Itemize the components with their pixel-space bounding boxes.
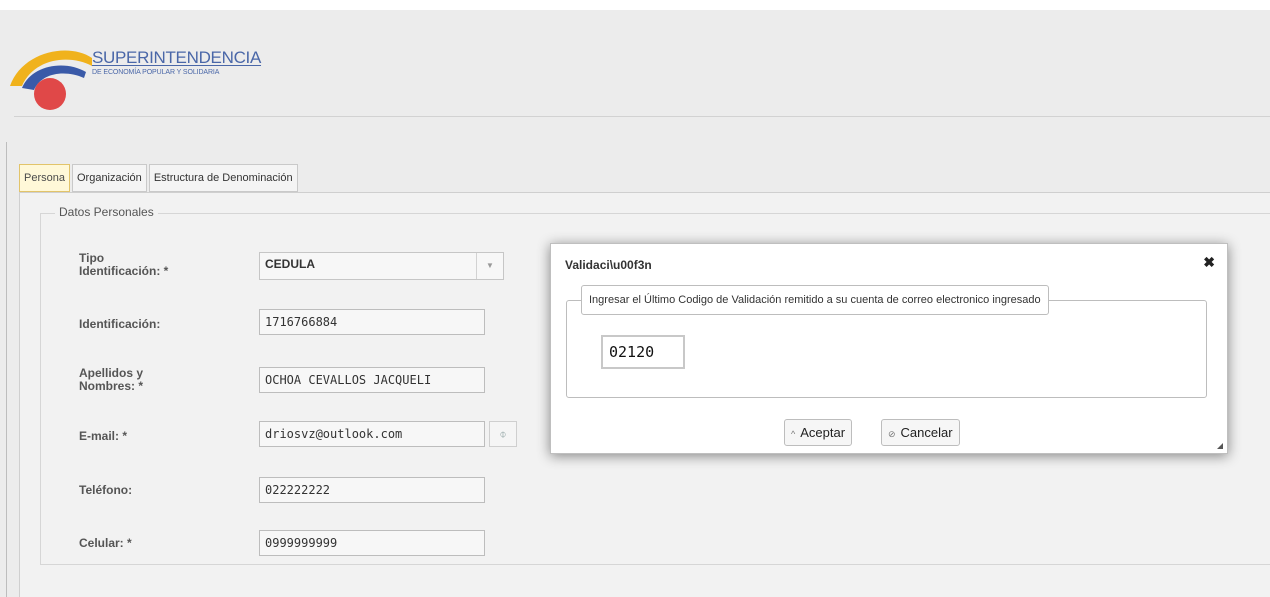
chevron-down-icon[interactable]: ▼ bbox=[476, 253, 503, 279]
dialog-legend: Ingresar el Último Codigo de Validación … bbox=[581, 285, 1049, 315]
dialog-title: Validaci\u00f3n bbox=[565, 258, 652, 272]
close-icon[interactable]: ✖ bbox=[1203, 254, 1215, 271]
accept-button[interactable]: ^ Aceptar bbox=[784, 419, 853, 446]
validation-dialog: Validaci\u00f3n ✖ Ingresar el Último Cod… bbox=[550, 243, 1228, 454]
refresh-icon[interactable]: ⌽ bbox=[489, 421, 517, 447]
fieldset-legend: Datos Personales bbox=[55, 205, 158, 219]
logo-arc-icon bbox=[10, 50, 92, 110]
cancel-button[interactable]: ⊘ Cancelar bbox=[881, 419, 960, 446]
brand-logo: SUPERINTENDENCIA DE ECONOMÍA POPULAR Y S… bbox=[8, 38, 278, 110]
email-label: E-mail: * bbox=[79, 429, 128, 443]
select-value: CEDULA bbox=[265, 257, 315, 271]
identificacion-label: Identificación: bbox=[79, 317, 161, 331]
cancel-icon: ⊘ bbox=[888, 429, 896, 439]
celular-label: Celular: * bbox=[79, 536, 132, 550]
chevron-up-icon: ^ bbox=[791, 429, 796, 439]
nombres-label: Apellidos y Nombres: * bbox=[79, 367, 143, 393]
tipo-identificacion-label: Tipo Identificación: * bbox=[79, 252, 168, 278]
label-line: Identificación: * bbox=[79, 264, 169, 278]
celular-input[interactable]: 0999999999 bbox=[259, 530, 485, 556]
identificacion-input[interactable]: 1716766884 bbox=[259, 309, 485, 335]
tipo-identificacion-select[interactable]: CEDULA ▼ bbox=[259, 252, 504, 280]
validation-code-input[interactable]: 02120 bbox=[601, 335, 685, 369]
brand-title: SUPERINTENDENCIA bbox=[92, 48, 262, 67]
tab-bar: Persona Organización Estructura de Denom… bbox=[19, 164, 298, 192]
telefono-label: Teléfono: bbox=[79, 483, 133, 497]
nombres-input[interactable]: OCHOA CEVALLOS JACQUELI bbox=[259, 367, 485, 393]
label-line: Nombres: * bbox=[79, 379, 144, 393]
email-input[interactable]: driosvz@outlook.com bbox=[259, 421, 485, 447]
header-divider bbox=[14, 116, 1270, 117]
accept-label: Aceptar bbox=[800, 425, 846, 440]
dialog-fieldset: Ingresar el Último Codigo de Validación … bbox=[566, 285, 1207, 398]
telefono-input[interactable]: 022222222 bbox=[259, 477, 485, 503]
tab-organizacion[interactable]: Organización bbox=[71, 164, 147, 192]
tab-persona[interactable]: Persona bbox=[19, 164, 70, 192]
brand-subtitle: DE ECONOMÍA POPULAR Y SOLIDARIA bbox=[92, 69, 220, 76]
tab-estructura-denominacion[interactable]: Estructura de Denominación bbox=[148, 164, 298, 192]
resize-grip-icon[interactable] bbox=[1217, 443, 1223, 449]
left-border bbox=[6, 142, 7, 597]
cancel-label: Cancelar bbox=[900, 425, 953, 440]
